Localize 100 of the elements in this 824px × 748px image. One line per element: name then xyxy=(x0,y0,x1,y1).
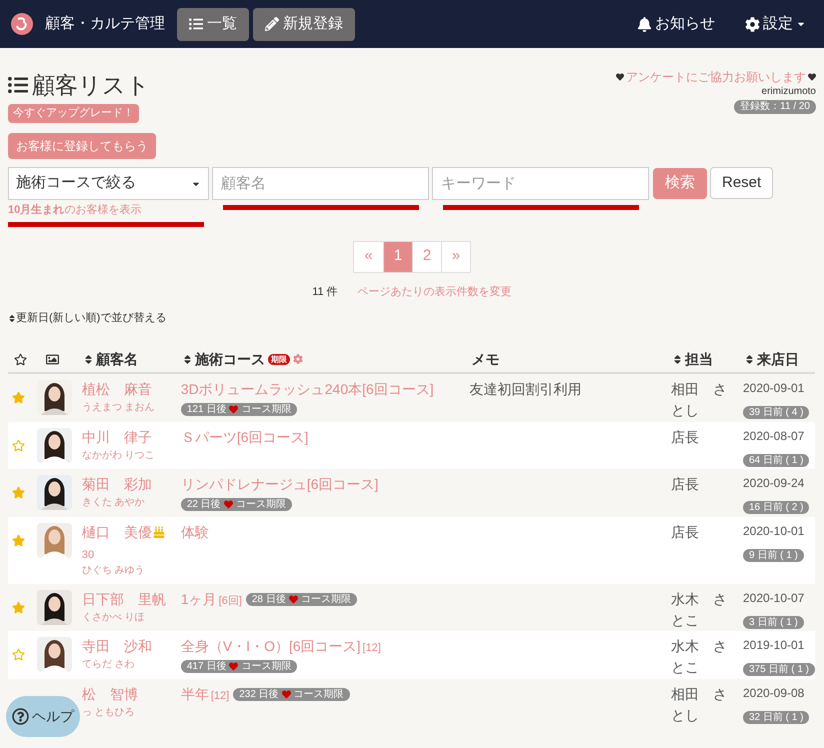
column-header[interactable]: 担当 xyxy=(684,348,713,370)
visit-date: 2019-10-01 xyxy=(742,637,804,654)
help-icon xyxy=(12,708,29,725)
invite-button[interactable]: お客様に登録してもらう xyxy=(8,133,156,159)
staff-name: 店長 xyxy=(670,474,700,494)
course-count: [12] xyxy=(210,689,230,704)
survey-link[interactable]: アンケートにご協力お願いします xyxy=(626,68,806,86)
course-name[interactable]: 1ヶ月 xyxy=(180,589,217,610)
pencil-icon xyxy=(265,17,279,31)
column-header[interactable]: 顧客名 xyxy=(96,348,138,370)
course-name[interactable]: Ｓパーツ[6回コース] xyxy=(180,426,308,448)
course-count: [12] xyxy=(362,641,381,656)
customer-kana: なかがわ りつこ xyxy=(82,448,156,462)
customer-kana: てらだ さわ xyxy=(82,658,136,672)
staff-name: 水木 さとこ xyxy=(670,637,728,677)
days-ago-badge: 16 日前 ( 2 ) xyxy=(742,500,810,514)
app-title: 顧客・カルテ管理 xyxy=(45,14,165,34)
sort-link[interactable]: 更新日(新しい順)で並び替える xyxy=(16,310,166,326)
customer-name[interactable]: 中川 律子 xyxy=(82,426,152,448)
name-field[interactable]: 顧客名 xyxy=(212,167,429,200)
days-ago-badge: 64 日前 ( 1 ) xyxy=(742,454,810,466)
reset-button[interactable]: Reset xyxy=(710,167,774,199)
customer-name[interactable]: 植松 麻音 xyxy=(82,378,152,400)
column-header[interactable]: 来店日 xyxy=(756,348,799,370)
per-page-link[interactable]: ページあたりの表示件数を変更 xyxy=(358,284,512,300)
count-badge: 登録数：11 / 20 xyxy=(734,100,816,114)
staff-name: 店長 xyxy=(670,522,700,542)
course-select[interactable]: 施術コースで絞る xyxy=(8,167,209,200)
column-header: メモ xyxy=(472,350,500,368)
heart-icon xyxy=(288,595,298,604)
sort-icon xyxy=(182,354,192,364)
star-icon[interactable] xyxy=(12,438,25,452)
star-icon[interactable] xyxy=(12,390,25,404)
help-button[interactable]: ヘルプ xyxy=(6,696,80,737)
visit-date: 2020-10-01 xyxy=(742,522,804,540)
star-icon[interactable] xyxy=(12,648,25,661)
logo-icon xyxy=(10,12,34,36)
visit-date: 2020-10-07 xyxy=(742,590,804,607)
expiry-badge: 417 日後 コース期限 xyxy=(180,660,298,673)
customer-kana: ひぐち みゆう xyxy=(82,564,146,578)
customer-name[interactable]: 樋口 美優 xyxy=(82,522,152,542)
heart-icon xyxy=(808,73,816,81)
list-icon xyxy=(8,75,28,95)
customer-kana: くさかべ りほ xyxy=(82,611,146,625)
nav-button[interactable]: 一覧 xyxy=(177,8,249,40)
days-ago-badge: 32 日前 ( 1 ) xyxy=(742,711,810,724)
days-ago-badge: 9 日前 ( 1 ) xyxy=(742,548,804,562)
sort-icon xyxy=(672,354,682,364)
star-icon xyxy=(14,352,27,366)
customer-age: 30 xyxy=(82,548,96,562)
settings-menu[interactable]: 設定 xyxy=(745,12,806,36)
star-icon[interactable] xyxy=(12,601,25,614)
customer-kana: うえまつ まおん xyxy=(82,400,156,414)
heart-icon xyxy=(224,500,233,508)
star-icon[interactable] xyxy=(12,486,25,498)
days-ago-badge: 3 日前 ( 1 ) xyxy=(742,616,804,629)
course-name[interactable]: リンパドレナージュ[6回コース] xyxy=(180,474,378,494)
staff-name: 相田 さとし xyxy=(670,685,728,725)
bell-icon xyxy=(637,16,652,32)
sort-icon xyxy=(8,314,16,323)
course-name[interactable]: 体験 xyxy=(180,522,209,542)
visit-date: 2020-09-01 xyxy=(742,380,804,396)
customer-kana: っ ともひろ xyxy=(82,706,136,720)
customer-name[interactable]: 菊田 彩加 xyxy=(82,474,152,494)
expiry-badge: 22 日後 コース期限 xyxy=(180,498,292,510)
course-count: [6回] xyxy=(218,594,242,609)
star-icon[interactable] xyxy=(12,534,25,546)
customer-kana: きくた あやか xyxy=(82,496,146,510)
username: erimizumoto xyxy=(762,86,816,98)
page-link[interactable]: 1 xyxy=(383,242,412,272)
heart-icon xyxy=(229,662,238,671)
heart-icon xyxy=(616,73,624,81)
days-ago-badge: 375 日前 ( 1 ) xyxy=(742,663,815,676)
customer-name[interactable]: 日下部 里帆 xyxy=(82,589,166,610)
staff-name: 相田 さとし xyxy=(670,380,728,420)
keyword-field[interactable]: キーワード xyxy=(432,167,649,200)
visit-date: 2020-09-24 xyxy=(742,474,804,492)
search-button[interactable]: 検索 xyxy=(653,168,707,199)
memo-text: 友達初回割引利用 xyxy=(470,380,582,396)
visit-date: 2020-08-07 xyxy=(742,428,804,444)
course-name[interactable]: 半年 xyxy=(180,684,209,705)
expiry-badge: 232 日後 コース期限 xyxy=(233,688,350,701)
nav-button[interactable]: 新規登録 xyxy=(253,8,355,40)
days-ago-badge: 39 日前 ( 4 ) xyxy=(742,406,810,418)
result-count: 11 件 xyxy=(312,284,338,300)
customer-name[interactable]: 寺田 沙和 xyxy=(82,636,152,657)
course-name[interactable]: 全身（V・I・O）[6回コース] xyxy=(180,636,361,657)
notifications-link[interactable]: お知らせ xyxy=(637,12,715,36)
birthday-link[interactable]: 10月生まれのお客様を表示 xyxy=(8,202,209,218)
settings-icon xyxy=(745,16,760,32)
visit-date: 2020-09-08 xyxy=(742,685,804,702)
customer-name[interactable]: 松 智博 xyxy=(82,684,138,705)
settings-icon[interactable] xyxy=(292,354,303,364)
sort-icon xyxy=(744,354,754,364)
heart-icon xyxy=(229,404,238,414)
sort-icon xyxy=(84,354,93,364)
column-header[interactable]: 施術コース xyxy=(194,348,265,370)
course-name[interactable]: 3Dボリュームラッシュ240本[6回コース] xyxy=(180,378,434,400)
staff-name: 水木 さとこ xyxy=(670,590,728,630)
upgrade-button[interactable]: 今すぐアップグレード！ xyxy=(8,104,139,123)
